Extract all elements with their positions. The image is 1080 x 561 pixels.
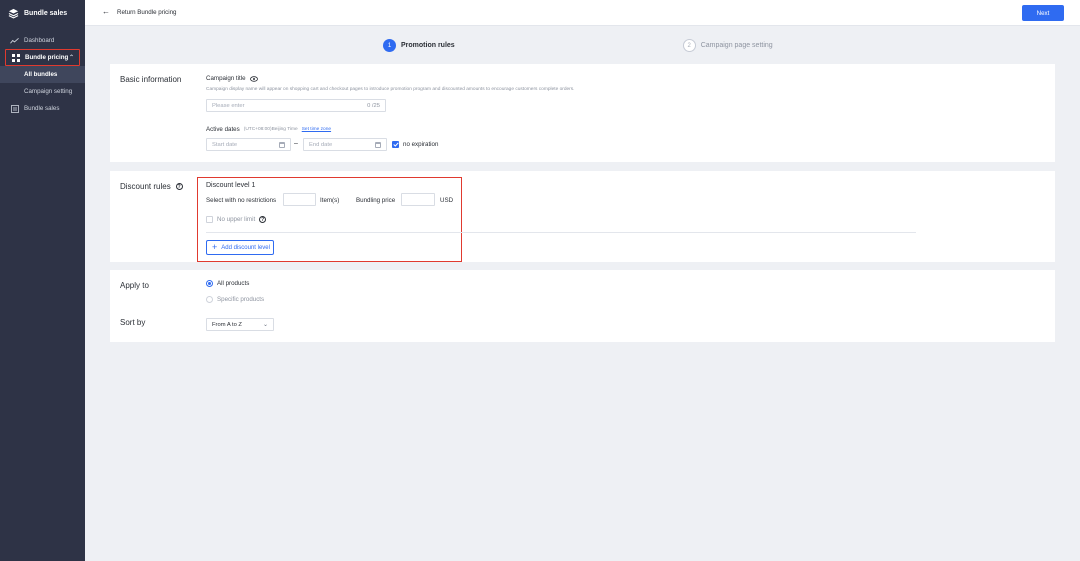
add-discount-level-label: Add discount level [221,244,270,251]
bundling-price-label: Bundling price [356,197,396,204]
list-box-icon [10,104,19,113]
radio-all-products[interactable]: All products [206,280,249,287]
sidebar-item-label: Campaign setting [24,88,73,95]
trend-line-icon [10,36,19,45]
help-icon[interactable]: ? [175,183,183,190]
no-upper-limit-label: No upper limit [217,216,256,223]
step-number: 1 [383,39,396,52]
section-title: Basic information [120,75,182,84]
arrow-left-icon: ← [102,7,110,16]
sidebar-item-campaign-setting[interactable]: Campaign setting [0,83,85,100]
sidebar-item-bundle-sales[interactable]: Bundle sales [0,100,85,117]
stepper: 1 Promotion rules 2 Campaign page settin… [383,39,773,52]
items-unit-label: Item(s) [320,197,340,204]
sort-by-value: From A to Z [212,321,242,328]
section-title: Discount rules ? [120,182,183,191]
eye-icon[interactable] [249,75,258,82]
end-date-placeholder: End date [309,141,333,148]
apply-to-card: Apply to Sort by [110,270,1055,342]
back-label: Return Bundle pricing [117,8,177,16]
back-link[interactable]: ← Return Bundle pricing [102,8,177,16]
sidebar-item-label: Bundle sales [24,105,60,112]
checkbox-checked-icon[interactable] [392,141,399,148]
calendar-icon [279,141,285,148]
sidebar-item-label: Dashboard [24,37,55,44]
sort-by-select[interactable]: From A to Z ⌄ [206,318,274,331]
start-date-input[interactable]: Start date [206,138,291,151]
help-icon[interactable]: ? [259,216,267,223]
radio-specific-products[interactable]: Specific products [206,296,264,303]
campaign-title-input[interactable]: Please enter 0 /25 [206,99,386,112]
calendar-icon [375,141,381,148]
start-date-placeholder: Start date [212,141,238,148]
radio-selected-icon[interactable] [206,280,213,287]
no-expiration-label: no expiration [403,141,439,148]
step-label: Promotion rules [401,42,455,49]
sort-by-title: Sort by [120,318,146,327]
sidebar-item-all-bundles[interactable]: All bundles [0,66,85,83]
item-quantity-input[interactable] [283,193,316,206]
step-number: 2 [682,39,696,52]
active-dates-label: Active dates (UTC+08:00)Beijing Time Set… [206,126,331,133]
sidebar-item-dashboard[interactable]: Dashboard [0,32,85,49]
discount-level-title: Discount level 1 [206,182,256,189]
set-time-zone-link[interactable]: Set time zone [302,127,331,132]
no-upper-limit-checkbox[interactable]: No upper limit ? [206,216,267,223]
checkbox-unchecked-icon[interactable] [206,216,213,223]
campaign-title-hint: Campaign display name will appear on sho… [206,87,575,92]
apply-to-title: Apply to [120,281,149,290]
top-bar: ← Return Bundle pricing Next [85,0,1080,26]
campaign-title-placeholder: Please enter [212,102,245,109]
radio-label: Specific products [217,296,265,303]
timezone-note: (UTC+08:00)Beijing Time [243,127,298,132]
sidebar-item-label: Bundle pricing [25,54,69,61]
sidebar: Bundle sales Dashboard Bundle pricing ⌃ … [0,0,85,561]
step-promotion-rules[interactable]: 1 Promotion rules [383,39,455,52]
discount-rules-title: Discount rules [120,182,171,191]
sidebar-item-label: All bundles [24,71,58,78]
step-campaign-page-setting[interactable]: 2 Campaign page setting [682,39,773,52]
campaign-title-text: Campaign title [206,75,246,82]
currency-label: USD [440,197,454,204]
radio-unselected-icon[interactable] [206,296,213,303]
char-counter: 0 /25 [367,102,380,109]
next-button[interactable]: Next [1022,5,1064,21]
grid-icon [11,53,20,62]
add-discount-level-button[interactable]: + Add discount level [206,240,274,255]
brand-name: Bundle sales [24,9,68,17]
layers-icon [8,8,19,19]
plus-icon: + [212,242,218,252]
sidebar-nav: Dashboard Bundle pricing ⌃ All bundles C… [0,32,85,117]
sidebar-item-bundle-pricing[interactable]: Bundle pricing ⌃ [5,49,80,66]
divider [206,232,916,233]
no-expiration-checkbox[interactable]: no expiration [392,141,438,148]
radio-label: All products [217,280,250,287]
step-label: Campaign page setting [700,42,773,49]
end-date-input[interactable]: End date [303,138,387,151]
bundling-price-input[interactable] [401,193,435,206]
chevron-up-icon: ⌃ [68,55,74,61]
select-restrictions-label: Select with no restrictions [206,197,277,204]
brand: Bundle sales [0,0,85,26]
campaign-title-label: Campaign title [206,75,258,82]
active-dates-text: Active dates [206,126,240,133]
date-separator: – [294,140,298,147]
chevron-down-icon: ⌄ [262,322,268,328]
